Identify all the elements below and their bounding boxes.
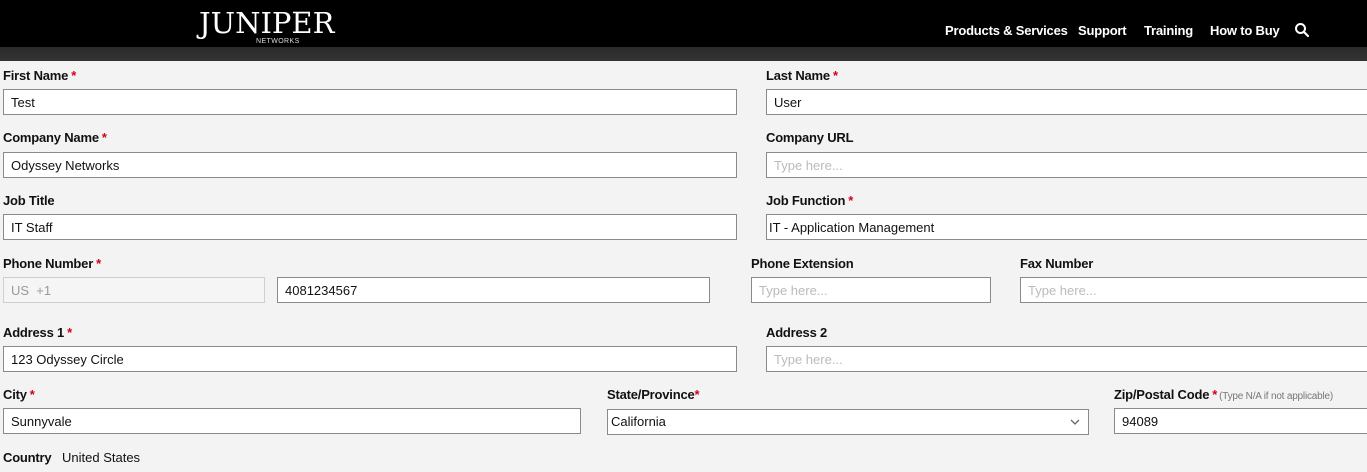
phone-country-code bbox=[3, 277, 265, 303]
last-name-label-text: Last Name bbox=[766, 68, 830, 83]
address2-label: Address 2 bbox=[766, 325, 828, 340]
city-input[interactable] bbox=[3, 408, 581, 434]
phone-number-label: Phone Number * bbox=[3, 256, 101, 271]
address1-label-text: Address 1 bbox=[3, 325, 65, 340]
company-url-input[interactable] bbox=[766, 152, 1367, 178]
phone-number-input[interactable] bbox=[277, 277, 710, 303]
required-marker: * bbox=[71, 68, 77, 83]
company-name-input[interactable] bbox=[3, 152, 737, 178]
nav-support[interactable]: Support bbox=[1078, 23, 1127, 38]
company-name-label: Company Name * bbox=[3, 130, 107, 145]
address1-label: Address 1 * bbox=[3, 325, 72, 340]
fax-number-input[interactable] bbox=[1020, 277, 1367, 303]
chevron-down-icon bbox=[1070, 419, 1080, 425]
last-name-label: Last Name * bbox=[766, 68, 838, 83]
state-label-text: State/Province bbox=[607, 387, 695, 402]
required-marker: * bbox=[1212, 387, 1218, 402]
first-name-input[interactable] bbox=[3, 89, 737, 115]
juniper-logo[interactable]: JUNIPER NETWORKS bbox=[199, 6, 335, 46]
company-url-label: Company URL bbox=[766, 130, 854, 145]
job-title-label: Job Title bbox=[3, 193, 55, 208]
job-function-select[interactable] bbox=[766, 214, 1367, 240]
required-marker: * bbox=[832, 68, 838, 83]
address2-input[interactable] bbox=[766, 346, 1367, 372]
job-function-label-text: Job Function bbox=[766, 193, 846, 208]
city-label-text: City bbox=[3, 387, 27, 402]
fax-number-label: Fax Number bbox=[1020, 256, 1094, 271]
last-name-input[interactable] bbox=[766, 89, 1367, 115]
state-select[interactable]: California bbox=[607, 409, 1089, 435]
state-label: State/Province* bbox=[607, 387, 700, 402]
phone-extension-label: Phone Extension bbox=[751, 256, 854, 271]
required-marker: * bbox=[96, 256, 101, 271]
phone-extension-input[interactable] bbox=[751, 277, 991, 303]
logo-subtext: NETWORKS bbox=[256, 38, 300, 45]
zip-label: Zip/Postal Code * (Type N/A if not applica… bbox=[1114, 387, 1333, 402]
city-label: City * bbox=[3, 387, 35, 402]
phone-number-label-text: Phone Number bbox=[3, 256, 94, 271]
search-icon[interactable] bbox=[1294, 22, 1310, 38]
country-label: Country bbox=[3, 450, 52, 465]
nav-training[interactable]: Training bbox=[1144, 23, 1193, 38]
company-name-label-text: Company Name bbox=[3, 130, 99, 145]
required-marker: * bbox=[29, 387, 35, 402]
nav-how-to-buy[interactable]: How to Buy bbox=[1210, 23, 1280, 38]
zip-input[interactable] bbox=[1114, 408, 1367, 434]
required-marker: * bbox=[694, 387, 700, 402]
job-function-label: Job Function * bbox=[766, 193, 853, 208]
first-name-label-text: First Name bbox=[3, 68, 69, 83]
logo-text: JUNIPER bbox=[199, 6, 335, 40]
state-selected-value: California bbox=[611, 414, 666, 429]
zip-label-text: Zip/Postal Code bbox=[1114, 387, 1210, 402]
required-marker: * bbox=[848, 193, 854, 208]
country-value: United States bbox=[62, 450, 141, 465]
required-marker: * bbox=[101, 130, 107, 145]
first-name-label: First Name * bbox=[3, 68, 76, 83]
required-marker: * bbox=[67, 325, 72, 340]
secondary-bar bbox=[0, 47, 1367, 61]
nav-products-services[interactable]: Products & Services bbox=[945, 23, 1068, 38]
address1-input[interactable] bbox=[3, 346, 737, 372]
zip-note: (Type N/A if not applicable) bbox=[1219, 391, 1334, 402]
job-title-input[interactable] bbox=[3, 214, 737, 240]
